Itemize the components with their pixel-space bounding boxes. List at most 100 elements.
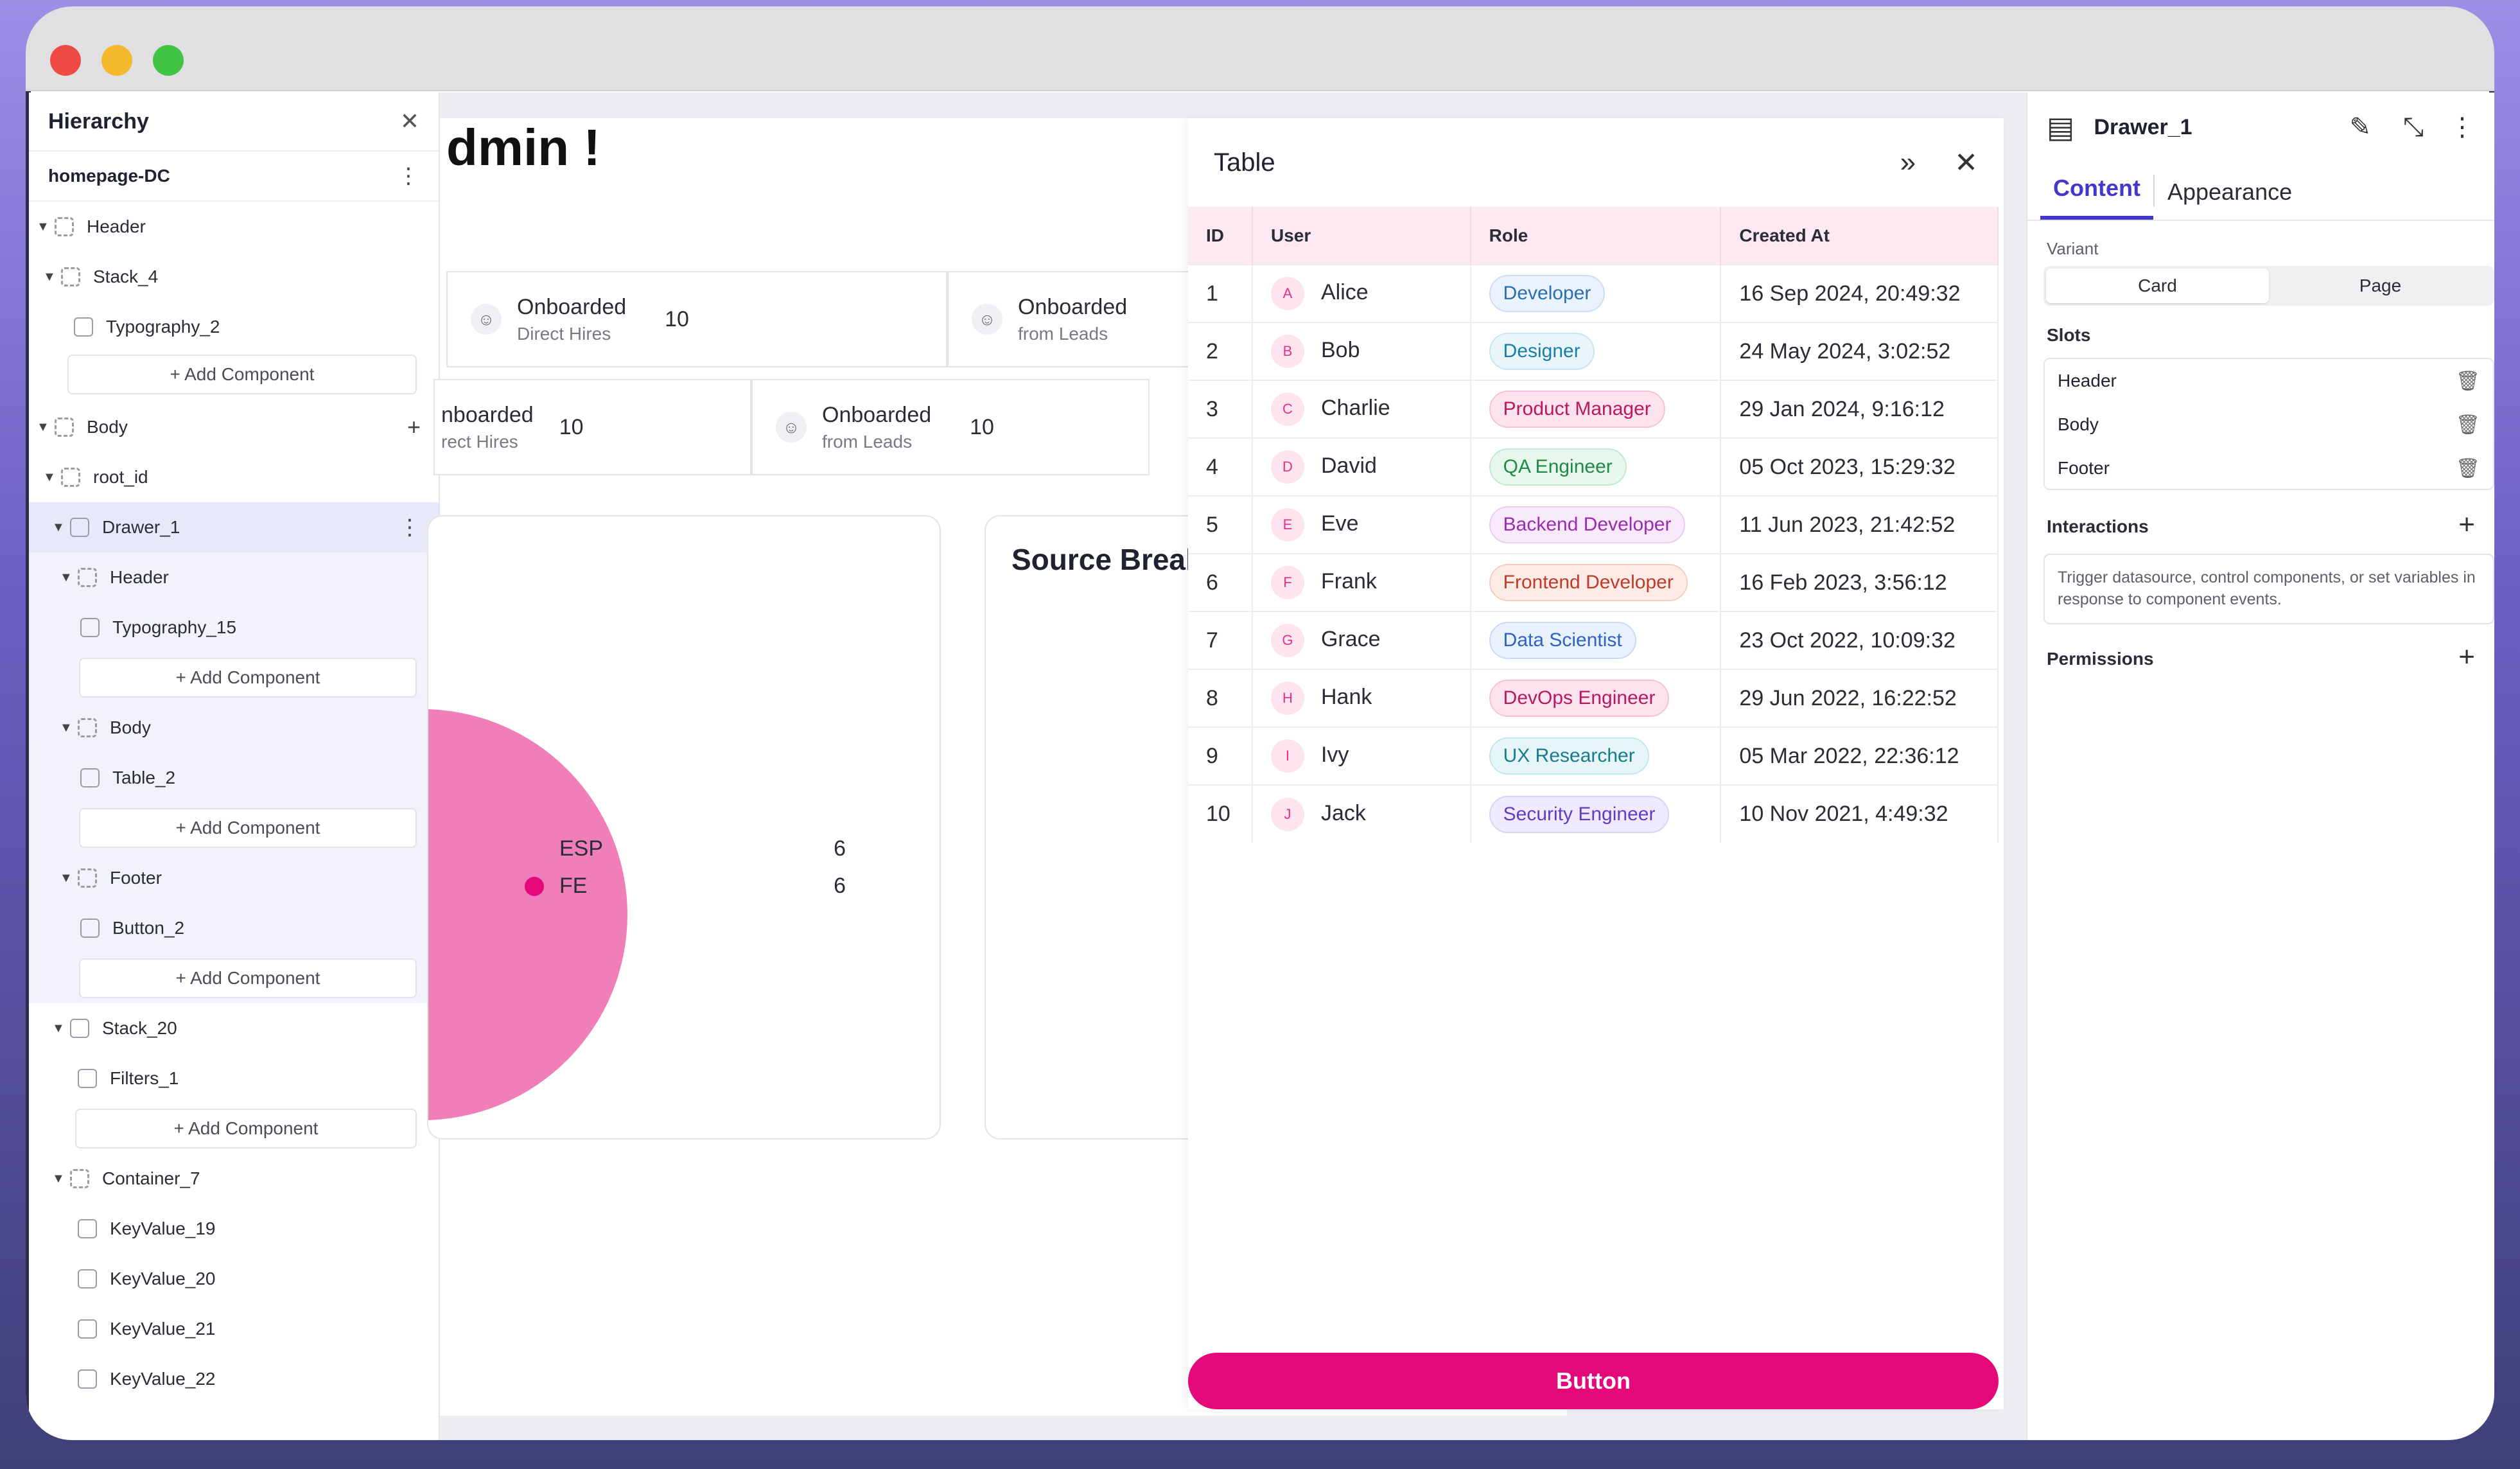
cell-id: 7 xyxy=(1188,611,1253,669)
cell-user: C Charlie xyxy=(1252,380,1471,438)
trash-icon[interactable]: 🗑 xyxy=(2456,414,2480,436)
tree-node-drawer1[interactable]: ▼ Drawer_1 ⋮ xyxy=(29,502,439,552)
add-component-button[interactable]: + Add Component xyxy=(67,355,417,394)
minimize-window-button[interactable] xyxy=(101,45,132,76)
caret-down-icon[interactable]: ▼ xyxy=(52,1021,70,1036)
cell-created: 24 May 2024, 3:02:52 xyxy=(1720,322,1999,380)
table-row[interactable]: 6 F Frank Frontend Developer 16 Feb 2023,… xyxy=(1188,553,1999,611)
keyvalue-icon xyxy=(78,1319,97,1339)
slot-item-header[interactable]: Header 🗑 xyxy=(2045,359,2493,403)
variant-page-option[interactable]: Page xyxy=(2269,268,2492,303)
slot-item-body[interactable]: Body 🗑 xyxy=(2045,403,2493,446)
tree-node-button2[interactable]: Button_2 xyxy=(29,903,439,953)
caret-down-icon[interactable]: ▼ xyxy=(52,1172,70,1186)
kebab-icon[interactable]: ⋮ xyxy=(398,165,419,187)
close-icon[interactable]: ✕ xyxy=(1954,146,1978,179)
table-row[interactable]: 3 C Charlie Product Manager 29 Jan 2024, … xyxy=(1188,380,1999,438)
tree-node-filters1[interactable]: Filters_1 xyxy=(29,1053,439,1104)
plus-icon[interactable]: + xyxy=(407,414,421,441)
legend-item-esp: ESP 6 xyxy=(525,836,846,861)
caret-down-icon[interactable]: ▼ xyxy=(60,871,78,886)
slot-icon xyxy=(55,418,74,437)
edit-icon[interactable]: ✎ xyxy=(2349,112,2371,142)
add-component-button[interactable]: + Add Component xyxy=(75,1109,417,1148)
table-row[interactable]: 8 H Hank DevOps Engineer 29 Jun 2022, 16:… xyxy=(1188,669,1999,727)
stat-card-direct-hires: ☺ Onboarded Direct Hires 10 xyxy=(446,271,947,367)
slot-label: Body xyxy=(2058,414,2099,434)
table-row[interactable]: 4 D David QA Engineer 05 Oct 2023, 15:29:… xyxy=(1188,437,1999,496)
column-header-id[interactable]: ID xyxy=(1188,207,1253,265)
tree-node-drawer-header[interactable]: ▼ Header xyxy=(29,552,439,603)
close-icon[interactable]: ✕ xyxy=(400,108,419,135)
hierarchy-root[interactable]: homepage-DC ⋮ xyxy=(29,152,439,202)
tree-node-keyvalue20[interactable]: KeyValue_20 xyxy=(29,1254,439,1304)
close-window-button[interactable] xyxy=(50,45,81,76)
column-header-created[interactable]: Created At xyxy=(1720,207,1999,265)
caret-down-icon[interactable]: ▼ xyxy=(37,220,55,234)
tree-node-label: Header xyxy=(110,567,169,587)
stat-subtitle: Direct Hires xyxy=(517,323,611,344)
add-component-button[interactable]: + Add Component xyxy=(79,808,417,848)
tab-appearance[interactable]: Appearance xyxy=(2155,179,2305,220)
tree-node-typography2[interactable]: Typography_2 xyxy=(29,302,439,352)
drawer-icon xyxy=(70,518,89,537)
tree-node-root-id[interactable]: ▼ root_id xyxy=(29,452,439,502)
caret-down-icon[interactable]: ▼ xyxy=(37,420,55,435)
tree-node-typography15[interactable]: Typography_15 xyxy=(29,603,439,653)
tree-node-label: KeyValue_19 xyxy=(110,1218,216,1238)
maximize-window-button[interactable] xyxy=(153,45,184,76)
table-row[interactable]: 9 I Ivy UX Researcher 05 Mar 2022, 22:36:… xyxy=(1188,726,1999,785)
table-row[interactable]: 7 G Grace Data Scientist 23 Oct 2022, 10:… xyxy=(1188,611,1999,669)
stat-card-from-leads: ☺ Onboarded from Leads xyxy=(947,271,1204,367)
caret-down-icon[interactable]: ▼ xyxy=(60,721,78,735)
tree-node-keyvalue19[interactable]: KeyValue_19 xyxy=(29,1204,439,1254)
caret-down-icon[interactable]: ▼ xyxy=(43,270,61,285)
tree-node-stack20[interactable]: ▼ Stack_20 xyxy=(29,1003,439,1053)
tree-node-body[interactable]: ▼ Body + xyxy=(29,402,439,452)
kebab-icon[interactable]: ⋮ xyxy=(2449,112,2475,142)
caret-down-icon[interactable]: ▼ xyxy=(52,520,70,535)
tree-node-table2[interactable]: Table_2 xyxy=(29,753,439,803)
stat-value: 10 xyxy=(970,414,994,439)
trash-icon[interactable]: 🗑 xyxy=(2456,457,2480,480)
tab-content[interactable]: Content xyxy=(2040,175,2153,220)
tree-node-header[interactable]: ▼ Header xyxy=(29,202,439,252)
slots-list: Header 🗑 Body 🗑 Footer 🗑 xyxy=(2043,358,2494,490)
caret-down-icon[interactable]: ▼ xyxy=(43,470,61,485)
caret-down-icon[interactable]: ▼ xyxy=(60,570,78,585)
slot-item-footer[interactable]: Footer 🗑 xyxy=(2045,446,2493,490)
variant-card-option[interactable]: Card xyxy=(2046,268,2269,303)
stack-icon xyxy=(70,1019,89,1038)
table-row[interactable]: 2 B Bob Designer 24 May 2024, 3:02:52 xyxy=(1188,322,1999,380)
tree-node-label: Stack_20 xyxy=(102,1018,177,1038)
hierarchy-header: Hierarchy ✕ xyxy=(29,92,439,152)
window-titlebar xyxy=(26,6,2494,91)
avatar: I xyxy=(1270,739,1304,773)
tree-node-drawer-footer[interactable]: ▼ Footer xyxy=(29,853,439,903)
cell-created: 23 Oct 2022, 10:09:32 xyxy=(1720,611,1999,669)
tree-node-stack4[interactable]: ▼ Stack_4 xyxy=(29,252,439,302)
tree-node-keyvalue21[interactable]: KeyValue_21 xyxy=(29,1304,439,1354)
drawer-footer-button[interactable]: Button xyxy=(1188,1353,1999,1409)
trash-icon[interactable]: 🗑 xyxy=(2456,370,2480,392)
role-badge: Security Engineer xyxy=(1489,795,1670,833)
expand-icon[interactable]: » xyxy=(1900,146,1916,179)
tree-node-container7[interactable]: ▼ Container_7 xyxy=(29,1154,439,1204)
column-header-role[interactable]: Role xyxy=(1470,207,1722,265)
table-row[interactable]: 10 J Jack Security Engineer 10 Nov 2021, … xyxy=(1188,784,1999,843)
add-component-button[interactable]: + Add Component xyxy=(79,958,417,998)
table-row[interactable]: 5 E Eve Backend Developer 11 Jun 2023, 21… xyxy=(1188,495,1999,554)
add-interaction-icon[interactable]: + xyxy=(2458,509,2475,541)
collapse-icon[interactable]: ⤡ xyxy=(2403,113,2424,142)
cell-id: 6 xyxy=(1188,553,1253,611)
tree-node-drawer-body[interactable]: ▼ Body xyxy=(29,703,439,753)
column-header-user[interactable]: User xyxy=(1252,207,1471,265)
add-component-button[interactable]: + Add Component xyxy=(79,658,417,698)
legend-name: FE xyxy=(559,874,588,898)
kebab-icon[interactable]: ⋮ xyxy=(399,516,421,538)
table-row[interactable]: 1 A Alice Developer 16 Sep 2024, 20:49:32 xyxy=(1188,264,1999,322)
add-permission-icon[interactable]: + xyxy=(2458,641,2475,673)
tree-node-keyvalue22[interactable]: KeyValue_22 xyxy=(29,1354,439,1404)
cell-id: 9 xyxy=(1188,726,1253,785)
avatar: C xyxy=(1270,392,1304,426)
